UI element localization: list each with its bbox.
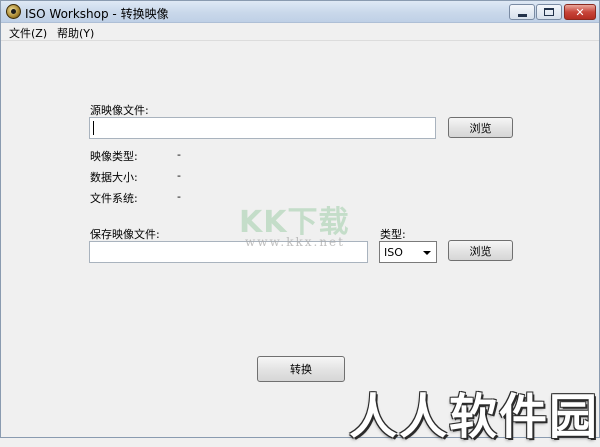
main-window: ISO Workshop - 转换映像 ✕ 文件(Z) 帮助(Y) 源映像文件:… bbox=[0, 0, 600, 445]
close-button[interactable]: ✕ bbox=[564, 4, 596, 20]
image-type-value: - bbox=[177, 148, 181, 161]
data-size-label: 数据大小: bbox=[90, 171, 138, 184]
brand-watermark: 人人软件园 bbox=[349, 389, 600, 445]
window-title: ISO Workshop - 转换映像 bbox=[25, 7, 169, 21]
minimize-button[interactable] bbox=[509, 4, 535, 20]
maximize-button[interactable] bbox=[536, 4, 562, 20]
type-label: 类型: bbox=[380, 228, 406, 241]
source-image-input[interactable] bbox=[89, 117, 436, 139]
save-image-label: 保存映像文件: bbox=[90, 228, 160, 241]
minimize-icon bbox=[517, 13, 527, 17]
menu-file[interactable]: 文件(Z) bbox=[9, 25, 47, 41]
disc-icon bbox=[6, 4, 21, 19]
close-icon: ✕ bbox=[575, 5, 585, 19]
title-bar[interactable]: ISO Workshop - 转换映像 ✕ bbox=[1, 1, 599, 23]
source-browse-button[interactable]: 浏览 bbox=[448, 117, 513, 138]
image-type-label: 映像类型: bbox=[90, 150, 138, 163]
data-size-value: - bbox=[177, 169, 181, 182]
menu-bar: 文件(Z) 帮助(Y) bbox=[1, 23, 599, 41]
convert-button[interactable]: 转换 bbox=[257, 356, 345, 382]
type-select-value: ISO bbox=[384, 246, 403, 259]
chevron-down-icon bbox=[423, 251, 431, 255]
text-caret bbox=[93, 121, 94, 135]
source-image-field[interactable] bbox=[90, 118, 435, 138]
maximize-icon bbox=[544, 8, 554, 16]
file-system-label: 文件系统: bbox=[90, 192, 138, 205]
target-browse-button[interactable]: 浏览 bbox=[448, 240, 513, 261]
url-watermark: www.kkx.net bbox=[245, 235, 345, 249]
source-image-label: 源映像文件: bbox=[90, 104, 149, 117]
type-select[interactable]: ISO bbox=[379, 241, 437, 263]
file-system-value: - bbox=[177, 190, 181, 203]
menu-help[interactable]: 帮助(Y) bbox=[57, 25, 94, 41]
